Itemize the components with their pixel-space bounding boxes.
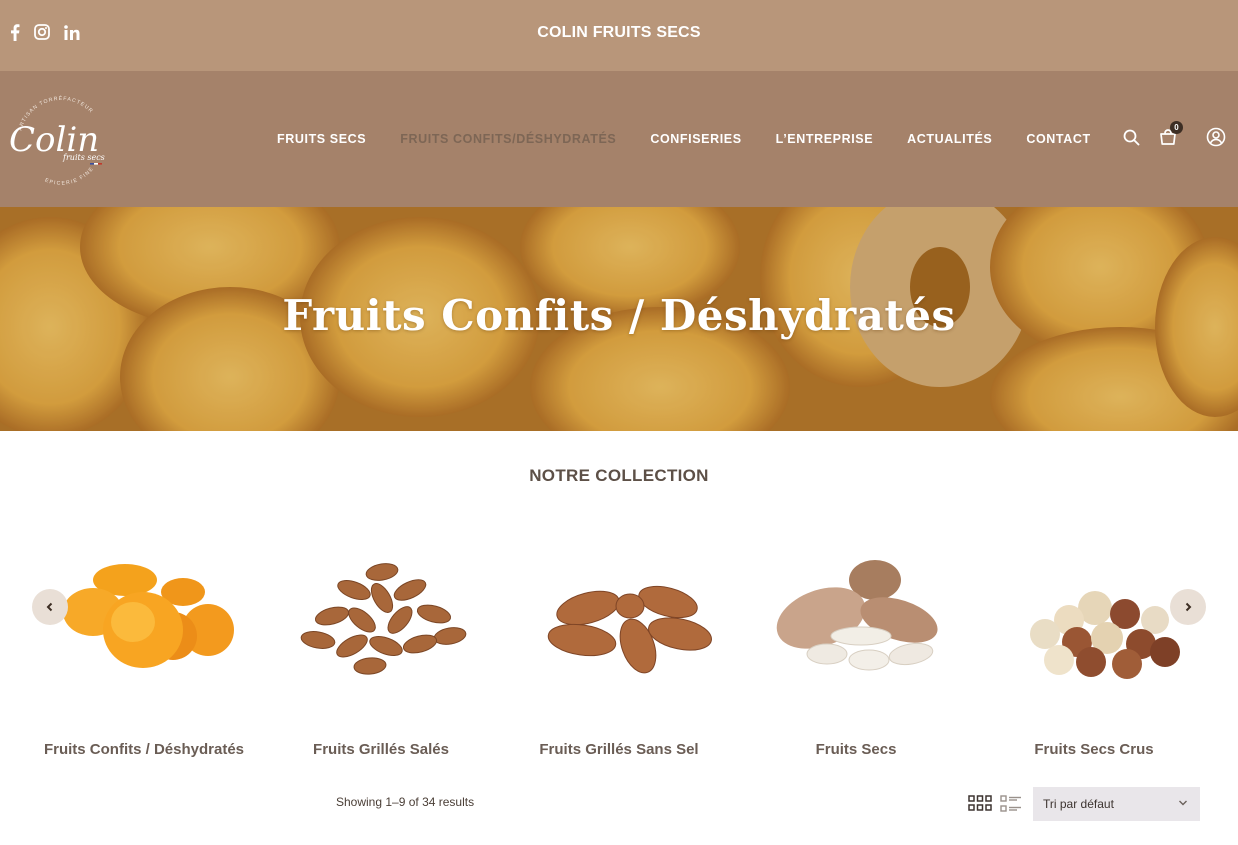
logo[interactable]: ARTISAN TORRÉFACTEUR EPICERIE FINE Colin… [6,81,116,199]
almonds-in-shell-image [776,560,938,671]
top-bar: COLIN FRUITS SECS [0,0,1238,71]
cart-icon[interactable]: 0 [1157,121,1183,148]
cart-count-badge: 0 [1170,121,1183,134]
category-label: Fruits Secs Crus [1034,741,1154,758]
category-card-fruits-secs-crus[interactable]: Fruits Secs Crus [975,540,1213,770]
nav-item-actualites[interactable]: ACTUALITÉS [890,132,1009,146]
main-header: ARTISAN TORRÉFACTEUR EPICERIE FINE Colin… [0,71,1238,207]
category-card-fruits-secs[interactable]: Fruits Secs [737,540,975,770]
nav-item-contact[interactable]: CONTACT [1009,132,1107,146]
category-card-fruits-confits[interactable]: Fruits Confits / Déshydratés [25,540,263,770]
list-view-icon[interactable] [1000,795,1022,812]
category-label: Fruits Grillés Sans Sel [539,741,699,758]
chevron-down-icon [1179,800,1187,806]
results-count: Showing 1–9 of 34 results [336,795,475,809]
nav-item-entreprise[interactable]: L’ENTREPRISE [759,132,891,146]
collection-title: NOTRE COLLECTION [529,466,709,485]
category-card-grilles-sans-sel[interactable]: Fruits Grillés Sans Sel [500,540,738,770]
svg-text:fruits secs: fruits secs [62,153,105,162]
account-icon[interactable] [1205,126,1227,148]
svg-text:EPICERIE FINE: EPICERIE FINE [44,166,95,187]
hazelnuts-image [1030,591,1180,679]
sort-select-value: Tri par défaut [1043,797,1114,811]
sort-select[interactable]: Tri par défaut [1033,787,1200,821]
search-icon[interactable] [1120,126,1142,148]
category-label: Fruits Confits / Déshydratés [43,741,245,758]
roasted-almonds-image [300,563,467,675]
almonds-image [547,585,712,674]
category-carousel: Fruits Confits / Déshydratés Fruits Gril… [0,540,1238,770]
nav-item-confiseries[interactable]: CONFISERIES [633,132,758,146]
header-icons: 0 [1118,71,1238,207]
carousel-next-button[interactable] [1170,589,1206,625]
category-label: Fruits Secs [815,741,897,758]
page-title: Fruits Confits / Déshydratés [282,291,956,340]
nav-item-fruits-confits[interactable]: FRUITS CONFITS/DÉSHYDRATÉS [383,132,633,146]
category-card-grilles-sales[interactable]: Fruits Grillés Salés [262,540,500,770]
nav-item-fruits-secs[interactable]: FRUITS SECS [260,132,383,146]
carousel-prev-button[interactable] [32,589,68,625]
grid-view-icon[interactable] [968,795,992,811]
dried-apricots-image [63,564,234,668]
site-title: COLIN FRUITS SECS [537,24,701,41]
chevron-right-icon [1185,602,1192,612]
hero-banner: Fruits Confits / Déshydratés [0,207,1238,431]
category-label: Fruits Grillés Salés [313,741,449,758]
chevron-left-icon [46,602,53,612]
main-nav: FRUITS SECS FRUITS CONFITS/DÉSHYDRATÉS C… [260,71,1108,207]
